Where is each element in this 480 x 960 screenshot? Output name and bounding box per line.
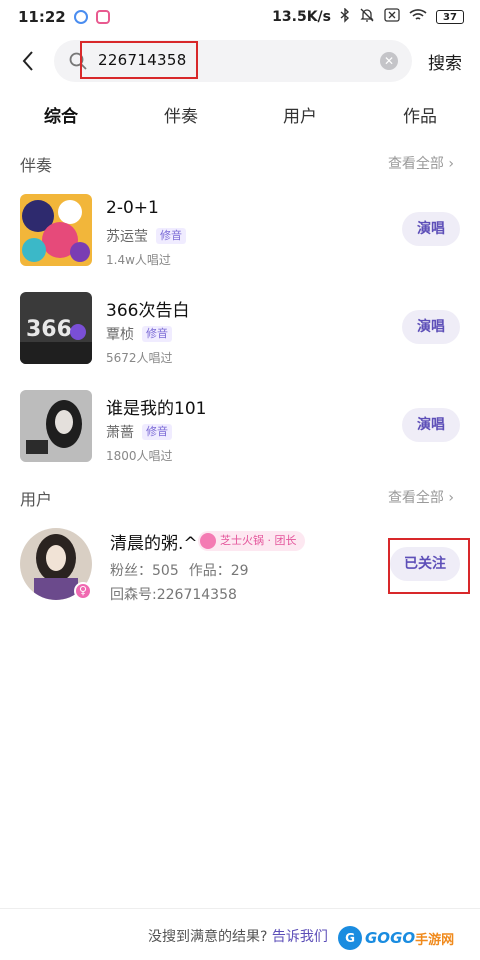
- song-title: 366次告白: [106, 301, 190, 321]
- user-name: 清晨的粥.^: [110, 534, 198, 554]
- watermark-text-cn: 手游网: [415, 932, 455, 948]
- song-artist: 覃桢: [106, 327, 134, 343]
- watermark-badge-icon: G: [338, 926, 362, 950]
- song-list-item[interactable]: 谁是我的101 萧蔷 修音 1800人唱过 演唱: [0, 390, 480, 470]
- clear-icon[interactable]: ✕: [380, 52, 398, 70]
- section-title: 用户: [20, 490, 53, 509]
- battery-icon: 37: [436, 10, 464, 24]
- song-list-item[interactable]: 366 366次告白 覃桢 修音 5672人唱过 演唱: [0, 292, 480, 372]
- svg-text:366: 366: [26, 317, 72, 342]
- chevron-left-icon: [22, 51, 33, 71]
- song-cover-image: [20, 390, 92, 462]
- chevron-right-icon: ›: [448, 490, 454, 506]
- mute-icon: [359, 7, 375, 27]
- song-title: 谁是我的101: [106, 399, 207, 419]
- pitch-fix-tag: 修音: [142, 326, 172, 342]
- divider: [0, 908, 480, 909]
- sing-count: 1800人唱过: [106, 449, 173, 463]
- heart-badge-icon: [200, 533, 216, 549]
- sing-button[interactable]: 演唱: [402, 310, 460, 344]
- watermark-text: GOGO: [365, 929, 416, 947]
- pitch-fix-tag: 修音: [142, 424, 172, 440]
- tab-accompaniment[interactable]: 伴奏: [164, 102, 198, 127]
- song-title: 2-0+1: [106, 198, 159, 218]
- chevron-right-icon: ›: [448, 156, 454, 172]
- back-button[interactable]: [14, 46, 42, 76]
- song-list-item[interactable]: 2-0+1 苏运莹 修音 1.4w人唱过 演唱: [0, 194, 480, 274]
- status-time: 11:22: [18, 8, 66, 26]
- group-badge: 芝士火锅 · 团长: [198, 531, 305, 551]
- result-tabs: 综合 伴奏 用户 作品: [0, 96, 480, 136]
- feedback-footer: 没搜到满意的结果? 告诉我们 G GOGO 手游网: [0, 924, 480, 952]
- sing-button[interactable]: 演唱: [402, 408, 460, 442]
- watermark-logo: G GOGO 手游网: [338, 924, 454, 952]
- user-section-header: 用户 查看全部 ›: [20, 486, 460, 510]
- user-stats: 粉丝：505 作品：29: [110, 560, 249, 580]
- wifi-icon: [409, 8, 427, 26]
- sing-count: 5672人唱过: [106, 351, 173, 365]
- section-title: 伴奏: [20, 156, 53, 175]
- song-cover-image: 366: [20, 292, 92, 364]
- tab-works[interactable]: 作品: [403, 102, 437, 127]
- user-id: 回森号:226714358: [110, 587, 237, 603]
- feedback-prompt: 没搜到满意的结果? 告诉我们: [148, 929, 328, 945]
- fans-count: 粉丝：505: [110, 563, 179, 579]
- song-artist: 苏运莹: [106, 229, 148, 245]
- notification-app-icon: [95, 10, 110, 24]
- song-cover-image: [20, 194, 92, 266]
- sing-count: 1.4w人唱过: [106, 253, 171, 267]
- search-button[interactable]: 搜索: [428, 49, 462, 74]
- pitch-fix-tag: 修音: [156, 228, 186, 244]
- sing-button[interactable]: 演唱: [402, 212, 460, 246]
- accompaniment-section-header: 伴奏 查看全部 ›: [20, 152, 460, 176]
- works-count: 作品：29: [188, 563, 249, 579]
- network-speed: 13.5K/s: [272, 9, 331, 25]
- notification-app-icon: [73, 10, 88, 24]
- search-query-highlight: [80, 41, 198, 79]
- status-bar: 11:22 13.5K/s 37: [0, 0, 480, 34]
- see-all-users-link[interactable]: 查看全部 ›: [388, 487, 454, 507]
- female-icon: ♀: [74, 582, 92, 600]
- song-artist: 萧蔷: [106, 425, 134, 441]
- see-all-accompaniment-link[interactable]: 查看全部 ›: [388, 153, 454, 173]
- tab-users[interactable]: 用户: [283, 102, 317, 127]
- search-header: 226714358 ✕ 搜索: [0, 38, 480, 84]
- follow-button-highlight: [388, 538, 470, 594]
- tab-all[interactable]: 综合: [44, 102, 78, 127]
- sim-icon: [384, 8, 400, 26]
- feedback-link[interactable]: 告诉我们: [272, 929, 328, 945]
- bluetooth-icon: [340, 6, 350, 27]
